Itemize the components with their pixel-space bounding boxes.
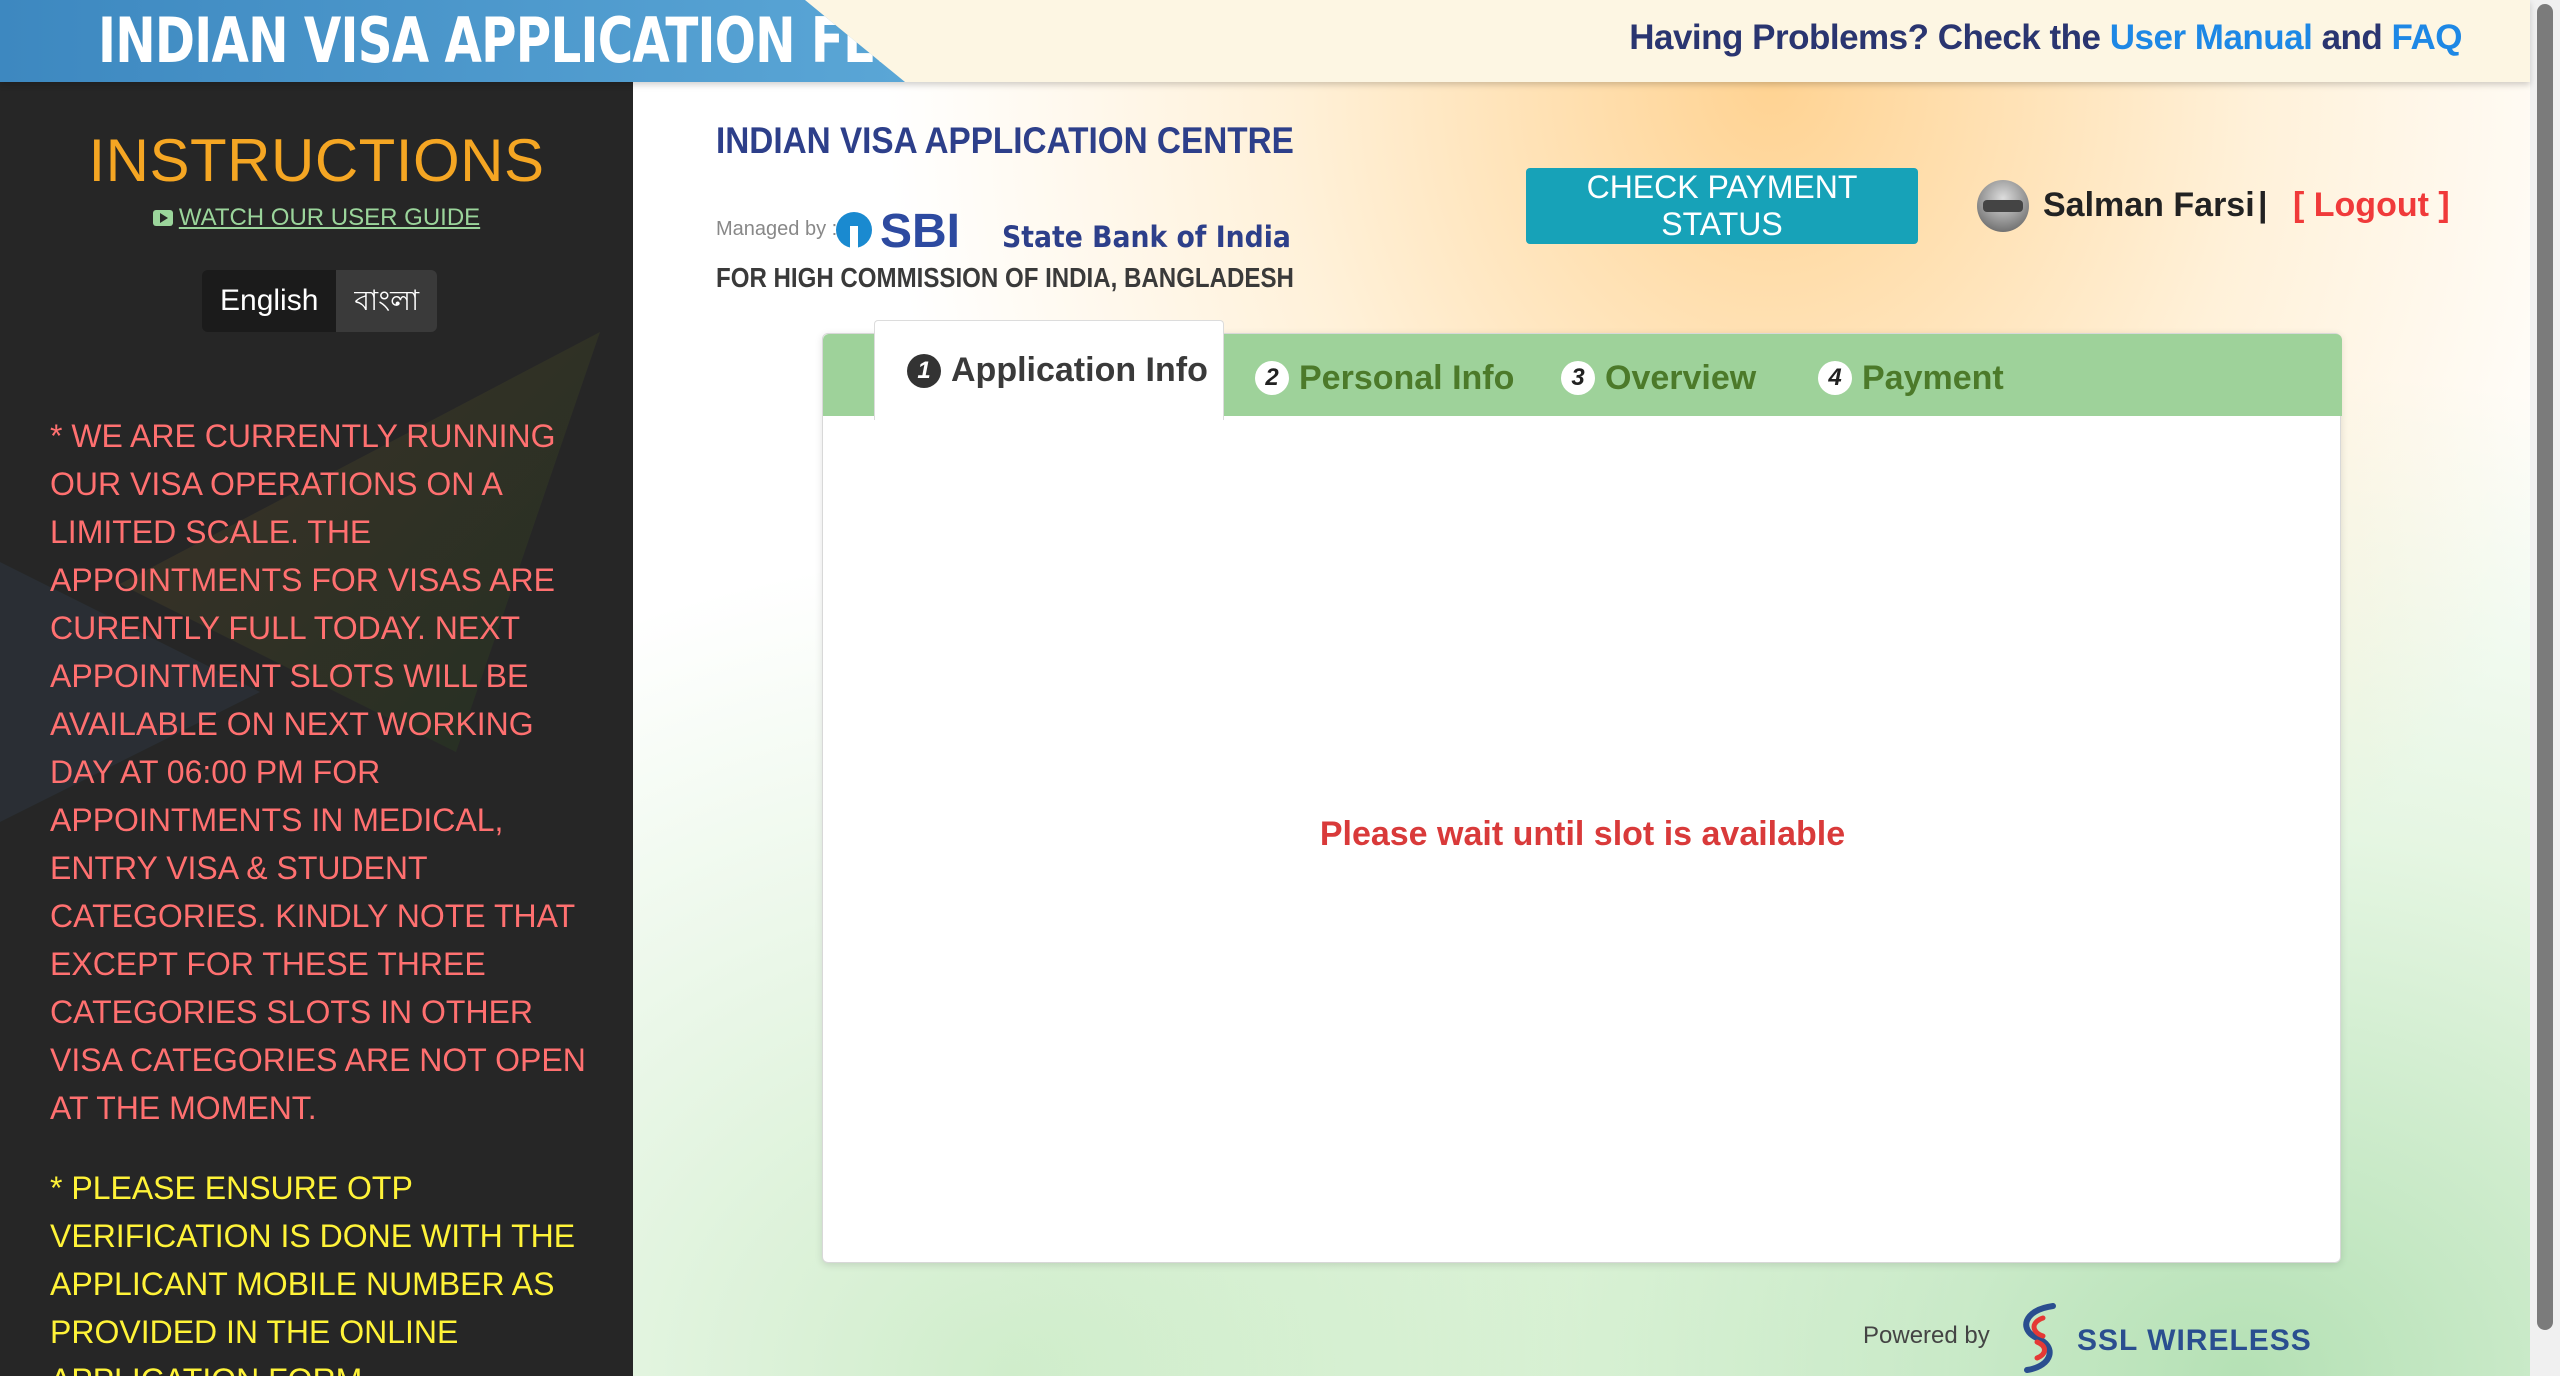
- header-separator: |: [2258, 186, 2268, 224]
- tab-label: Overview: [1605, 358, 1757, 397]
- tab-label: Personal Info: [1299, 358, 1515, 397]
- help-text: Having Problems? Check the User Manual a…: [1629, 18, 2462, 58]
- ssl-wireless-name: SSL WIRELESS: [2077, 1324, 2312, 1357]
- step-number-badge: 3: [1561, 361, 1595, 395]
- operations-notice: * WE ARE CURRENTLY RUNNING OUR VISA OPER…: [50, 418, 586, 1126]
- user-guide-link[interactable]: WATCH OUR USER GUIDE: [0, 204, 633, 232]
- check-payment-status-button[interactable]: CHECK PAYMENT STATUS: [1526, 168, 1918, 244]
- language-switcher: English বাংলা: [202, 270, 438, 332]
- logo-sbi: SBI: [880, 205, 961, 258]
- title-banner: INDIAN VISA APPLICATION FEE: [0, 0, 905, 82]
- logo-sbi-full: State Bank of India: [1002, 220, 1291, 254]
- page-scrollbar[interactable]: [2530, 0, 2560, 1376]
- tab-application-info[interactable]: 1 Application Info: [874, 320, 1224, 420]
- logo-managed-by: Managed by :: [716, 218, 838, 240]
- username: Salman Farsi: [2043, 186, 2255, 224]
- language-bangla-button[interactable]: বাংলা: [336, 270, 438, 332]
- help-prefix: Having Problems? Check the: [1629, 18, 2110, 57]
- language-english-button[interactable]: English: [202, 270, 337, 332]
- instructions-sidebar: INSTRUCTIONS WATCH OUR USER GUIDE Englis…: [0, 82, 633, 1376]
- step-number-badge: 2: [1255, 361, 1289, 395]
- step-number-badge: 1: [907, 353, 941, 388]
- banner-title: INDIAN VISA APPLICATION FEE: [98, 4, 908, 77]
- logo-title: INDIAN VISA APPLICATION CENTRE: [716, 120, 1294, 161]
- tab-label: Application Info: [951, 351, 1208, 389]
- youtube-icon: [152, 210, 173, 226]
- tab-personal-info[interactable]: 2 Personal Info: [1255, 348, 1514, 408]
- instructions-title: INSTRUCTIONS: [88, 127, 545, 194]
- step-tabs: 1 Application Info 2 Personal Info 3 Ove…: [823, 320, 2342, 420]
- user-manual-link[interactable]: User Manual: [2110, 18, 2313, 57]
- main-area: INDIAN VISA APPLICATION CENTRE Managed b…: [633, 82, 2530, 1376]
- logout-link[interactable]: [ Logout ]: [2293, 186, 2450, 225]
- application-card: 1 Application Info 2 Personal Info 3 Ove…: [822, 320, 2342, 1264]
- card-body: Please wait until slot is available: [823, 416, 2342, 1264]
- app-root: INDIAN VISA APPLICATION FEE Having Probl…: [0, 0, 2560, 1376]
- faq-link[interactable]: FAQ: [2392, 18, 2463, 57]
- help-and: and: [2312, 18, 2392, 57]
- slot-wait-message: Please wait until slot is available: [1319, 814, 1846, 853]
- ivac-logo: INDIAN VISA APPLICATION CENTRE Managed b…: [716, 120, 1294, 293]
- sbi-logo-icon: [836, 212, 872, 248]
- powered-by-label: Powered by: [1863, 1322, 1990, 1349]
- logo-subtitle: FOR HIGH COMMISSION OF INDIA, BANGLADESH: [716, 262, 1294, 293]
- tab-overview[interactable]: 3 Overview: [1561, 348, 1756, 408]
- top-bar: INDIAN VISA APPLICATION FEE Having Probl…: [0, 0, 2530, 82]
- ssl-wireless-logo-icon: [2023, 1303, 2056, 1373]
- otp-notice: * PLEASE ENSURE OTP VERIFICATION IS DONE…: [50, 1170, 576, 1376]
- scrollbar-thumb[interactable]: [2537, 4, 2553, 1330]
- tab-label: Payment: [1862, 358, 2004, 397]
- avatar: [1977, 180, 2029, 232]
- user-guide-label: WATCH OUR USER GUIDE: [178, 204, 481, 231]
- step-number-badge: 4: [1818, 361, 1852, 395]
- tab-payment[interactable]: 4 Payment: [1818, 348, 2004, 408]
